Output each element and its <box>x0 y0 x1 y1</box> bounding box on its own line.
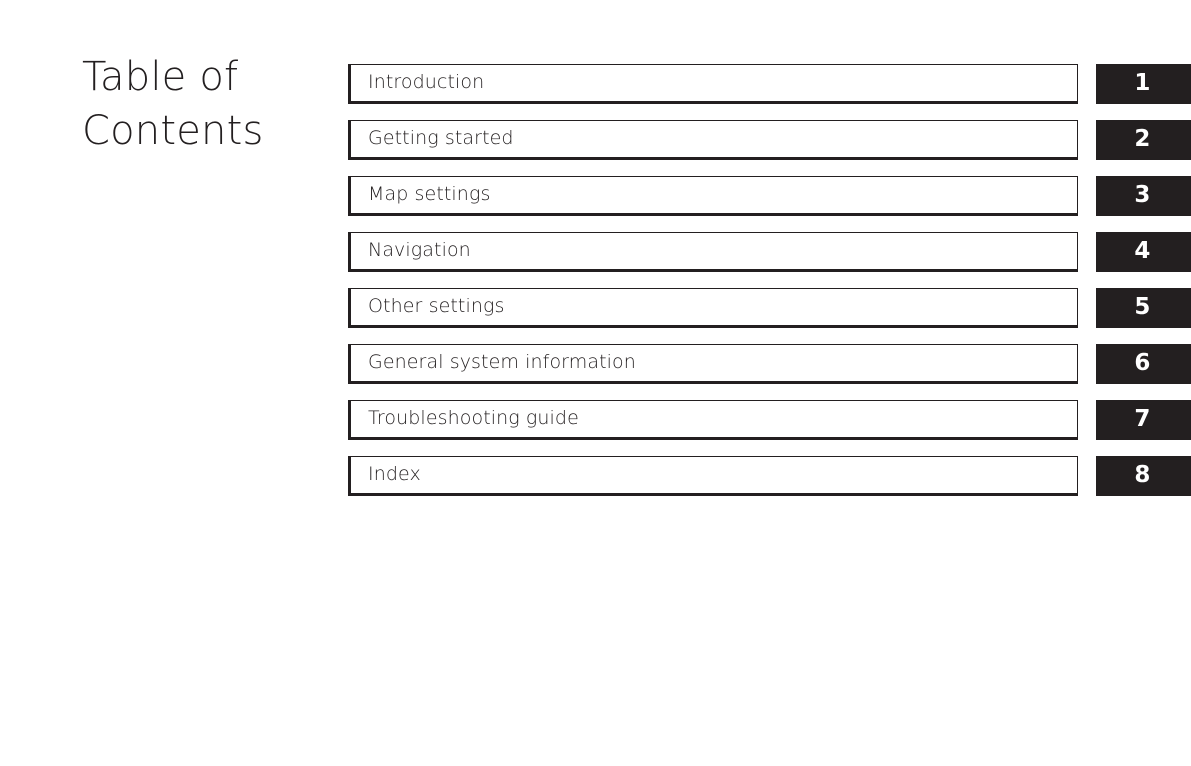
list-item[interactable]: General system information 6 <box>348 344 1191 384</box>
list-item[interactable]: Introduction 1 <box>348 64 1191 104</box>
toc-chapter-badge[interactable]: 6 <box>1096 344 1191 384</box>
toc-chapter-number: 2 <box>1134 125 1151 152</box>
list-item[interactable]: Other settings 5 <box>348 288 1191 328</box>
toc-entry-label: Introduction <box>368 70 485 93</box>
toc-entry-label: Other settings <box>368 294 505 317</box>
toc-chapter-number: 7 <box>1134 405 1151 432</box>
toc-entry-label: Index <box>368 462 421 485</box>
toc-chapter-badge[interactable]: 7 <box>1096 400 1191 440</box>
toc-chapter-badge[interactable]: 2 <box>1096 120 1191 160</box>
toc-entry-getting-started[interactable]: Getting started <box>348 120 1078 160</box>
toc-entry-label: Navigation <box>368 238 471 261</box>
page-title: Table of Contents <box>82 54 264 154</box>
toc-entry-label: General system information <box>368 350 636 373</box>
list-item[interactable]: Map settings 3 <box>348 176 1191 216</box>
toc-entry-label: Getting started <box>368 126 514 149</box>
toc-entry-label: Troubleshooting guide <box>368 406 579 429</box>
toc-chapter-badge[interactable]: 1 <box>1096 64 1191 104</box>
toc-entry-troubleshooting-guide[interactable]: Troubleshooting guide <box>348 400 1078 440</box>
list-item[interactable]: Troubleshooting guide 7 <box>348 400 1191 440</box>
list-item[interactable]: Getting started 2 <box>348 120 1191 160</box>
toc-chapter-number: 5 <box>1134 293 1151 320</box>
toc-entry-other-settings[interactable]: Other settings <box>348 288 1078 328</box>
toc-entry-label: Map settings <box>368 182 491 205</box>
toc-entry-navigation[interactable]: Navigation <box>348 232 1078 272</box>
list-item[interactable]: Navigation 4 <box>348 232 1191 272</box>
toc-chapter-badge[interactable]: 5 <box>1096 288 1191 328</box>
document-page: Table of Contents Introduction 1 Getting… <box>0 0 1191 766</box>
toc-entry-index[interactable]: Index <box>348 456 1078 496</box>
toc-chapter-number: 3 <box>1134 181 1151 208</box>
toc-chapter-badge[interactable]: 3 <box>1096 176 1191 216</box>
toc-entry-general-system-information[interactable]: General system information <box>348 344 1078 384</box>
toc-chapter-badge[interactable]: 8 <box>1096 456 1191 496</box>
toc-chapter-number: 1 <box>1134 69 1151 96</box>
toc-chapter-number: 8 <box>1134 461 1151 488</box>
toc-chapter-number: 4 <box>1134 237 1151 264</box>
toc-chapter-badge[interactable]: 4 <box>1096 232 1191 272</box>
toc-entry-map-settings[interactable]: Map settings <box>348 176 1078 216</box>
toc-chapter-number: 6 <box>1134 349 1151 376</box>
table-of-contents-list: Introduction 1 Getting started 2 Map set… <box>348 64 1191 512</box>
toc-entry-introduction[interactable]: Introduction <box>348 64 1078 104</box>
list-item[interactable]: Index 8 <box>348 456 1191 496</box>
